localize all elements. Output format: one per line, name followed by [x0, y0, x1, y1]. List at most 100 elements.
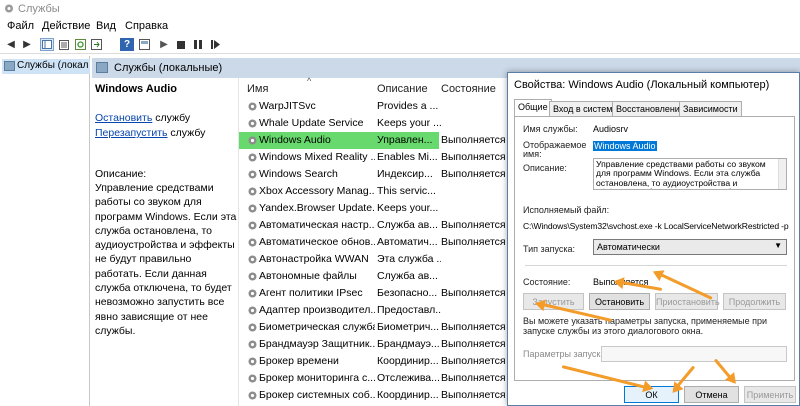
service-status: Выполняется	[441, 338, 506, 350]
service-row[interactable]: Брокер времени Координир... Выполняется	[239, 353, 509, 370]
description-field-label: Описание:	[523, 163, 567, 173]
chevron-down-icon: ▼	[774, 241, 782, 250]
startup-type-dropdown[interactable]: Автоматически ▼	[593, 239, 787, 255]
column-status-header[interactable]: Состояние	[441, 78, 496, 98]
gear-icon	[248, 323, 257, 332]
service-status: Выполняется	[441, 134, 506, 146]
service-row[interactable]: Брокер системных соб... Координир... Выпол…	[239, 387, 509, 404]
restart-icon[interactable]	[208, 38, 222, 51]
service-status: Выполняется	[441, 287, 506, 299]
service-description: Keeps your ...	[377, 117, 441, 129]
gear-icon	[248, 170, 257, 179]
services-icon	[96, 62, 108, 73]
service-row[interactable]: Автоматическая настр... Служба ав... Выпол…	[239, 217, 509, 234]
help-icon[interactable]: ?	[120, 38, 134, 51]
service-description: Enables Mi...	[377, 151, 438, 163]
export-icon[interactable]	[89, 38, 103, 51]
restart-action: Перезапустить службу	[95, 127, 205, 139]
service-status: Выполняется	[441, 219, 506, 231]
forward-icon[interactable]: ▶	[20, 38, 34, 51]
stop-button[interactable]: Остановить	[589, 293, 650, 310]
column-name-header[interactable]: Имя	[247, 78, 268, 98]
window-title-bar: Службы	[0, 0, 800, 18]
service-name: Автонастройка WWAN	[259, 253, 369, 265]
tree-node-services[interactable]: Службы (локал	[2, 59, 90, 74]
service-row[interactable]: Автономные файлы Служба ав...	[239, 268, 509, 285]
service-row[interactable]: WarpJITSvc Provides a ...	[239, 98, 509, 115]
service-status: Выполняется	[441, 389, 506, 401]
service-description: This servic...	[377, 185, 436, 197]
display-name-field[interactable]: Windows Audio	[593, 141, 657, 151]
gear-icon	[248, 221, 257, 230]
service-name: Брандмауэр Защитник...	[259, 338, 375, 350]
stop-service-link[interactable]: Остановить	[95, 112, 152, 124]
window-title: Службы	[18, 3, 60, 15]
description-scrollbar[interactable]	[778, 159, 786, 189]
column-status-label: Состояние	[441, 83, 496, 95]
description-field-text: Управление средствами работы со звуком д…	[596, 159, 766, 189]
dialog-title: Свойства: Windows Audio (Локальный компь…	[514, 79, 770, 91]
gear-icon	[248, 204, 257, 213]
service-status: Выполняется	[441, 151, 506, 163]
service-row[interactable]: Адаптер производител... Предоставл...	[239, 302, 509, 319]
service-name: Автономные файлы	[259, 270, 357, 282]
service-description: Keeps your...	[377, 202, 439, 214]
service-status: Выполняется	[441, 321, 506, 333]
selected-service-name: Windows Audio	[95, 83, 177, 95]
column-description-header[interactable]: Описание	[377, 78, 428, 98]
menu-bar: Файл Действие Вид Справка	[0, 18, 800, 36]
state-label: Состояние:	[523, 277, 571, 287]
service-row[interactable]: Xbox Accessory Manag... This servic...	[239, 183, 509, 200]
menu-file[interactable]: Файл	[7, 20, 34, 32]
service-description: Автоматич...	[377, 236, 438, 248]
show-hide-icon[interactable]	[137, 38, 151, 51]
service-name-value: Audiosrv	[593, 124, 629, 134]
restart-service-link[interactable]: Перезапустить	[95, 127, 168, 139]
gear-icon	[248, 255, 257, 264]
start-params-input[interactable]	[601, 346, 787, 362]
service-row[interactable]: Автонастройка WWAN Эта служба ...	[239, 251, 509, 268]
service-row[interactable]: Агент политики IPsec Безопасно... Выполняе…	[239, 285, 509, 302]
pause-icon[interactable]	[191, 38, 205, 51]
description-field[interactable]: Управление средствами работы со звуком д…	[593, 158, 787, 190]
column-name-label: Имя	[247, 83, 269, 95]
service-row[interactable]: Windows Mixed Reality ... Enables Mi... Вы…	[239, 149, 509, 166]
cancel-button[interactable]: Отмена	[684, 386, 739, 403]
service-row[interactable]: Брандмауэр Защитник... Брандмауэ... Выполн…	[239, 336, 509, 353]
tab-logon[interactable]: Вход в систему	[549, 101, 621, 116]
properties-icon[interactable]	[57, 38, 71, 51]
menu-help[interactable]: Справка	[125, 20, 168, 32]
resume-button[interactable]: Продолжить	[723, 293, 786, 310]
console-tree-icon[interactable]	[40, 38, 54, 51]
service-name: Windows Search	[259, 168, 338, 180]
service-description: Безопасно...	[377, 287, 438, 299]
executable-path: C:\Windows\System32\svchost.exe -k Local…	[523, 221, 789, 231]
gear-icon	[248, 238, 257, 247]
service-name: Windows Mixed Reality ...	[259, 151, 375, 163]
description-label: Описание:	[95, 168, 147, 180]
stop-icon[interactable]	[174, 38, 188, 51]
service-description: Служба ав...	[377, 270, 438, 282]
service-row[interactable]: Whale Update Service Keeps your ...	[239, 115, 509, 132]
service-name: Yandex.Browser Update...	[259, 202, 375, 214]
services-list: Имя ^ Описание Состояние WarpJITSvc Provi…	[238, 76, 509, 406]
gear-icon	[248, 357, 257, 366]
service-row[interactable]: Windows Search Индексир... Выполняется	[239, 166, 509, 183]
tab-dependencies[interactable]: Зависимости	[679, 101, 742, 116]
service-row[interactable]: Yandex.Browser Update... Keeps your...	[239, 200, 509, 217]
service-row[interactable]: Windows Audio Управлен... Выполняется	[239, 132, 506, 149]
service-description: Индексир...	[377, 168, 433, 180]
service-row[interactable]: Биометрическая служба... Биометрич... Выпо…	[239, 319, 509, 336]
apply-button[interactable]: Применить	[744, 386, 796, 403]
service-name: Xbox Accessory Manag...	[259, 185, 375, 197]
refresh-icon[interactable]	[73, 38, 87, 51]
tab-recovery[interactable]: Восстановление	[612, 101, 689, 116]
menu-action[interactable]: Действие	[42, 20, 90, 32]
back-icon[interactable]: ◀	[4, 38, 18, 51]
menu-view[interactable]: Вид	[96, 20, 116, 32]
play-icon[interactable]: ▶	[157, 38, 171, 51]
service-row[interactable]: Автоматическое обнов... Автоматич... Выпол…	[239, 234, 509, 251]
service-description: Отслежива...	[377, 372, 440, 384]
service-row[interactable]: Брокер мониторинга с... Отслежива... Выпол…	[239, 370, 509, 387]
tab-general[interactable]: Общие	[514, 99, 552, 116]
